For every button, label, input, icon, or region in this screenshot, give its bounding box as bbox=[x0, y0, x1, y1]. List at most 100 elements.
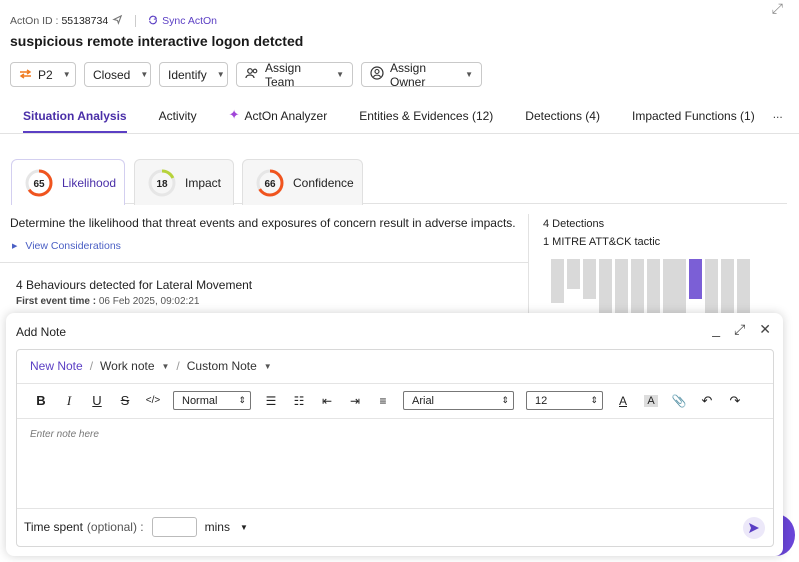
chevron-down-icon[interactable]: ▼ bbox=[162, 362, 170, 371]
font-value: Arial bbox=[412, 394, 435, 407]
note-editor: New Note / Work note ▼ / Custom Note ▼ B… bbox=[16, 349, 774, 547]
outdent-icon[interactable]: ⇤ bbox=[313, 394, 341, 408]
highlight-icon[interactable]: A bbox=[644, 394, 658, 407]
likelihood-score: 65 bbox=[33, 179, 45, 190]
chevron-down-icon: ▼ bbox=[216, 70, 225, 79]
crumb-new-note[interactable]: New Note bbox=[30, 359, 83, 373]
crumb-work-note[interactable]: Work note bbox=[100, 359, 154, 373]
sparkle-icon: ✦ bbox=[228, 107, 240, 122]
caret-right-icon: ▶ bbox=[12, 243, 18, 250]
divider bbox=[17, 418, 773, 419]
italic-icon[interactable]: I bbox=[55, 393, 83, 409]
detections-count: 4 Detections bbox=[543, 218, 605, 230]
page-title: suspicious remote interactive logon detc… bbox=[10, 33, 304, 49]
heatmap-cell[interactable] bbox=[705, 259, 718, 314]
main-tabs: Situation Analysis Activity ✦ ActOn Anal… bbox=[0, 100, 799, 134]
send-button[interactable] bbox=[743, 517, 765, 539]
format-toolbar: B I U S </> Normal ⇕ ☰ ☷ ⇤ ⇥ ≡ Arial ⇕ 1… bbox=[27, 391, 749, 410]
text-color-icon[interactable]: A bbox=[609, 394, 637, 408]
bold-icon[interactable]: B bbox=[27, 393, 55, 408]
heatmap-cell[interactable] bbox=[567, 259, 580, 289]
assign-team-label: Assign Team bbox=[265, 60, 302, 89]
panel-controls: _ ⤢ ✕ bbox=[712, 321, 771, 338]
heatmap-cell-active[interactable] bbox=[689, 259, 702, 299]
tab-acton-analyzer[interactable]: ✦ ActOn Analyzer bbox=[229, 100, 328, 133]
tab-entities-evidences[interactable]: Entities & Evidences (12) bbox=[359, 100, 493, 133]
minimize-icon[interactable]: _ bbox=[712, 321, 720, 338]
status-dropdown[interactable]: Closed ▼ bbox=[84, 62, 151, 87]
behaviours-heading: 4 Behaviours detected for Lateral Moveme… bbox=[16, 278, 253, 292]
font-size-select[interactable]: 12 ⇕ bbox=[526, 391, 603, 410]
font-select[interactable]: Arial ⇕ bbox=[403, 391, 514, 410]
close-icon[interactable]: ✕ bbox=[759, 321, 771, 338]
attachment-icon[interactable]: 📎 bbox=[665, 394, 693, 408]
confidence-score: 66 bbox=[264, 179, 276, 190]
text-style-select[interactable]: Normal ⇕ bbox=[173, 391, 251, 410]
more-tabs-button[interactable]: ... bbox=[773, 100, 783, 121]
team-icon bbox=[245, 67, 259, 82]
impact-score-ring: 18 bbox=[148, 169, 176, 196]
heatmap-cell[interactable] bbox=[737, 259, 750, 314]
incident-toolbar: P2 ▼ Closed ▼ Identify ▼ Assign Team ▼ A… bbox=[10, 60, 482, 89]
chevron-down-icon: ▼ bbox=[336, 70, 344, 79]
time-spent-input[interactable] bbox=[151, 517, 197, 537]
assign-owner-dropdown[interactable]: Assign Owner ▼ bbox=[361, 61, 482, 89]
heatmap-cell[interactable] bbox=[583, 259, 596, 299]
select-arrows-icon: ⇕ bbox=[501, 395, 509, 405]
crumb-custom-note[interactable]: Custom Note bbox=[187, 359, 257, 373]
tab-impact[interactable]: 18 Impact bbox=[134, 159, 234, 205]
send-icon bbox=[749, 523, 759, 533]
tab-likelihood[interactable]: 65 Likelihood bbox=[11, 159, 125, 205]
time-spent-label: Time spent bbox=[24, 520, 83, 534]
expand-icon[interactable]: ⤢ bbox=[734, 321, 745, 338]
tab-situation-analysis[interactable]: Situation Analysis bbox=[23, 100, 127, 133]
priority-dropdown[interactable]: P2 ▼ bbox=[10, 62, 76, 87]
sync-icon bbox=[148, 15, 158, 28]
divider bbox=[528, 214, 529, 314]
tab-activity[interactable]: Activity bbox=[159, 100, 197, 133]
time-spent-row: Time spent (optional) : mins ▼ bbox=[24, 517, 248, 537]
time-unit-select[interactable]: mins bbox=[205, 520, 230, 534]
heatmap-cell[interactable] bbox=[647, 259, 660, 314]
sync-label: Sync ActOn bbox=[162, 15, 218, 27]
acton-id-row: ActOn ID : 55138734 Sync ActOn bbox=[10, 14, 217, 28]
copy-icon[interactable] bbox=[112, 14, 123, 28]
undo-icon[interactable]: ↶ bbox=[693, 393, 721, 409]
heatmap-cell[interactable] bbox=[615, 259, 628, 314]
priority-icon bbox=[19, 68, 32, 82]
sync-acton-link[interactable]: Sync ActOn bbox=[148, 15, 217, 28]
heatmap-cell[interactable] bbox=[673, 259, 686, 314]
chevron-down-icon[interactable]: ▼ bbox=[240, 523, 248, 532]
note-textarea[interactable]: Enter note here bbox=[30, 429, 99, 440]
identify-value: Identify bbox=[168, 67, 207, 82]
heatmap-cell[interactable] bbox=[599, 259, 612, 314]
chevron-down-icon: ▼ bbox=[465, 70, 473, 79]
assign-team-dropdown[interactable]: Assign Team ▼ bbox=[236, 60, 353, 89]
heatmap-cell[interactable] bbox=[631, 259, 644, 314]
tab-confidence[interactable]: 66 Confidence bbox=[242, 159, 363, 205]
strikethrough-icon[interactable]: S bbox=[111, 393, 139, 408]
underline-icon[interactable]: U bbox=[83, 393, 111, 408]
first-event-label: First event time : bbox=[16, 296, 97, 307]
align-icon[interactable]: ≡ bbox=[369, 394, 397, 408]
numbered-list-icon[interactable]: ☷ bbox=[285, 394, 313, 408]
tab-detections[interactable]: Detections (4) bbox=[525, 100, 600, 133]
heatmap-cell[interactable] bbox=[551, 259, 564, 303]
divider bbox=[0, 262, 528, 263]
crumb-separator: / bbox=[176, 359, 180, 373]
divider bbox=[135, 15, 137, 27]
chevron-down-icon[interactable]: ▼ bbox=[264, 362, 272, 371]
redo-icon[interactable]: ↷ bbox=[721, 393, 749, 409]
identify-dropdown[interactable]: Identify ▼ bbox=[159, 62, 228, 87]
tab-impacted-functions[interactable]: Impacted Functions (1) bbox=[632, 100, 755, 133]
view-considerations-toggle[interactable]: ▶ View Considerations bbox=[12, 240, 121, 252]
acton-id-value: 55138734 bbox=[61, 15, 109, 27]
expand-icon[interactable]: ⤢ bbox=[772, 0, 783, 17]
code-icon[interactable]: </> bbox=[139, 395, 167, 406]
confidence-label: Confidence bbox=[293, 175, 354, 190]
priority-value: P2 bbox=[38, 67, 53, 82]
font-size-value: 12 bbox=[535, 394, 548, 407]
indent-icon[interactable]: ⇥ bbox=[341, 394, 369, 408]
heatmap-cell[interactable] bbox=[721, 259, 734, 314]
bullet-list-icon[interactable]: ☰ bbox=[257, 394, 285, 408]
